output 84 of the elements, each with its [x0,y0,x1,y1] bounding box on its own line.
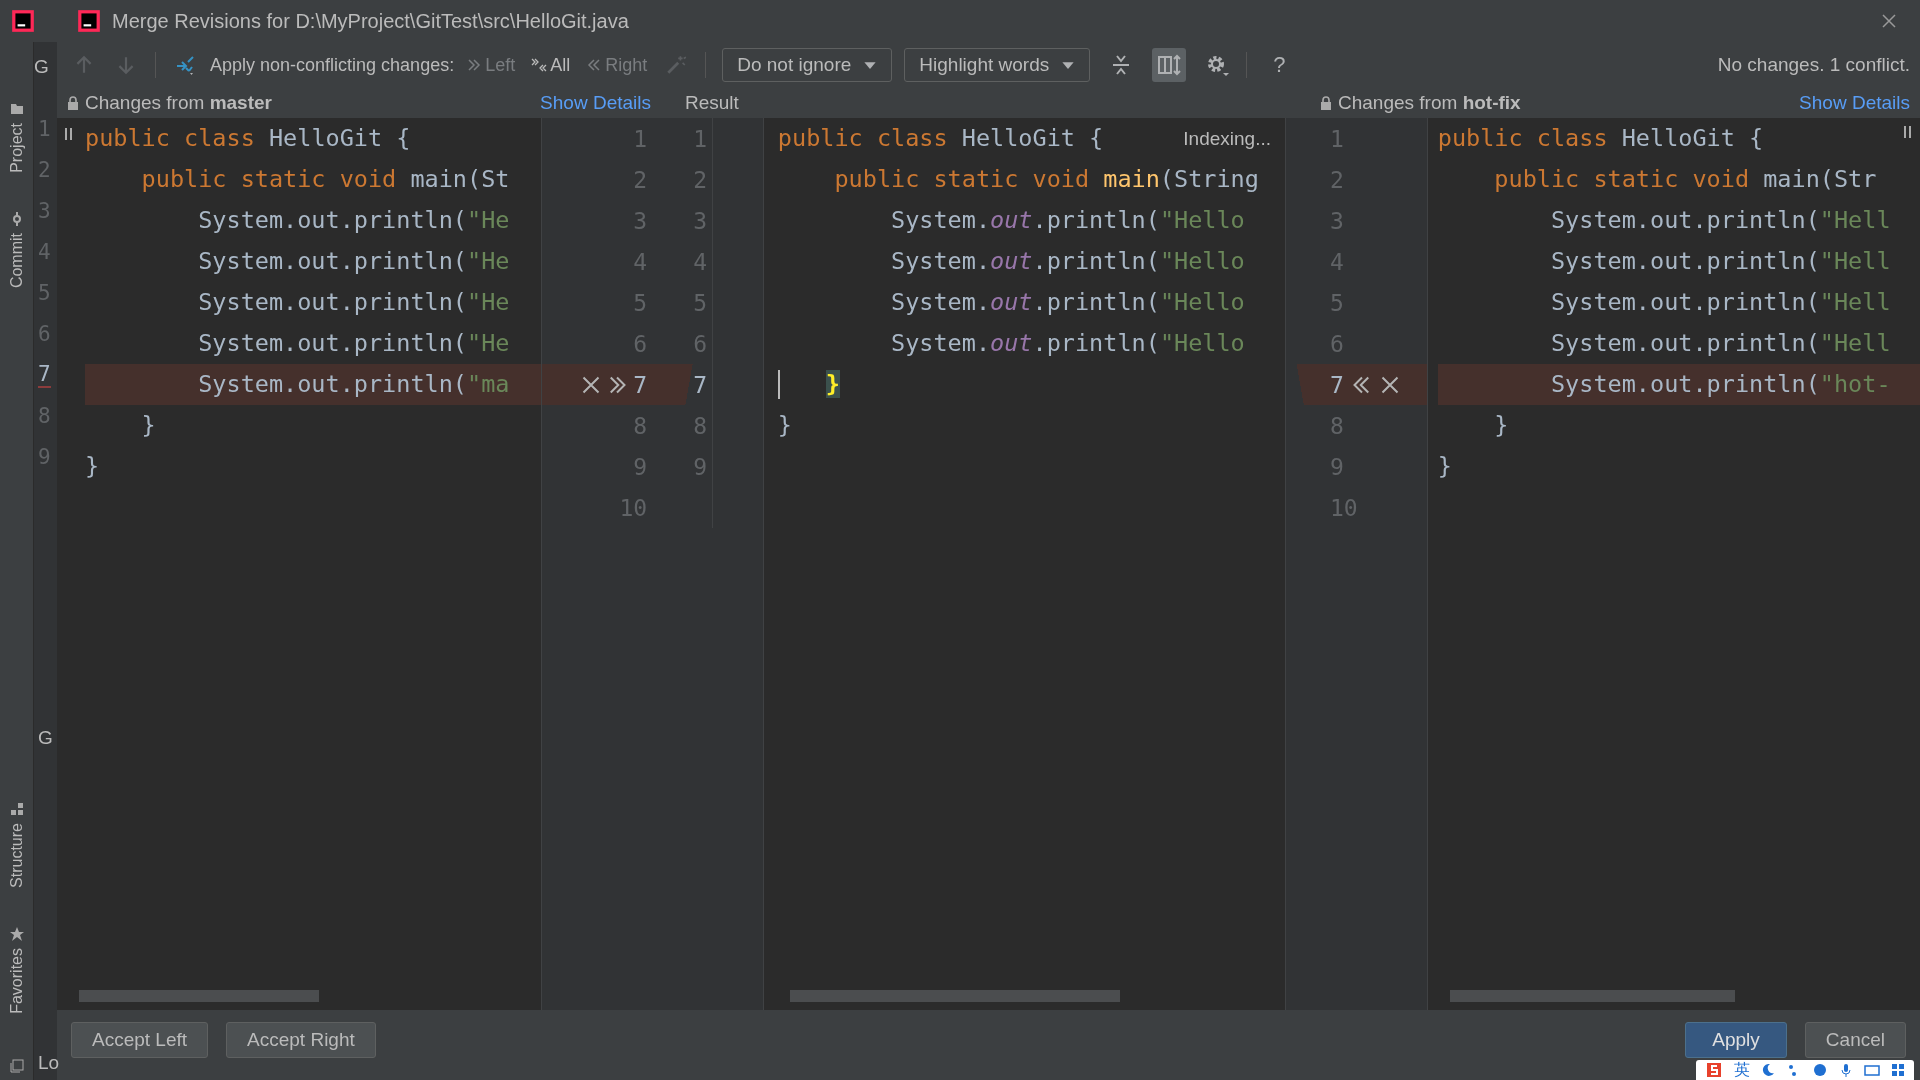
close-icon[interactable] [1882,14,1896,28]
code-line: public static void main(Str [1493,164,1877,195]
input-mode-toggle[interactable]: 英 [1734,1059,1750,1080]
code-line: System.out.println("Hello [890,328,1245,359]
window-title: Merge Revisions for D:\MyProject\GitTest\src\HelloGit.java [112,9,629,33]
line-number: 7 [38,361,51,388]
code-line: System.out.println("Hell [1549,205,1891,236]
double-chevron-icon[interactable] [607,374,628,395]
ime-logo-icon[interactable] [1704,1060,1724,1080]
accept-button[interactable]: Accept Left [71,1022,209,1058]
code-line: System.out.println("Hell [1549,246,1891,277]
line-number: 7 [693,371,708,398]
code-line: System.out.println("Hello [890,205,1245,236]
apply-changes-button[interactable]: All [527,54,575,76]
caret-icon [1061,60,1076,70]
code-line: } [1493,410,1509,441]
show-details-link[interactable]: Show Details [540,92,651,114]
code-line: System.out.println("Hello [890,287,1245,318]
code-line: } [140,410,156,441]
code-line: public class HelloGit { [1437,123,1764,154]
moon-icon[interactable] [1760,1062,1776,1078]
double-chevron-icon [466,57,483,73]
code-line: System.out.println("hot- [1549,369,1891,400]
cancel-button[interactable]: Cancel [1804,1022,1906,1058]
pane-title: Changes from hot-fix [1338,92,1521,114]
code-line: System.out.println("He [197,328,510,359]
code-line: } [85,451,100,482]
code-line: System.out.println("He [197,205,510,236]
code-line: public class HelloGit { [85,123,411,154]
code-line: } [777,410,792,441]
help-icon[interactable]: ? [1273,52,1286,78]
star-icon [8,926,25,943]
scrollbar-thumb[interactable] [1449,990,1735,1002]
code-line: } [1437,451,1452,482]
double-chevron-icon[interactable] [1351,374,1372,395]
pause-icon [65,128,73,140]
close-icon[interactable] [1379,374,1400,395]
pane-title: Changes from master [85,92,272,114]
panel-label: G [37,727,54,749]
show-details-link[interactable]: Show Details [1799,92,1910,114]
line-number: 7 [633,371,648,398]
code-line: System.out.println("Hell [1549,328,1891,359]
accept-button[interactable]: Accept Right [226,1022,376,1058]
line-number: 7 [1330,371,1344,398]
double-chevron-icon [531,57,548,73]
merge-icon[interactable] [174,54,196,76]
code-line: System.out.println("Hell [1549,287,1891,318]
code-line: System.out.println("ma [197,369,510,400]
tab-label[interactable]: G [34,56,57,86]
tab-label[interactable]: Lo [34,1052,57,1074]
keyboard-icon[interactable] [1864,1062,1880,1078]
caret-icon [863,60,878,70]
close-icon[interactable] [581,374,602,395]
microphone-icon[interactable] [1838,1062,1854,1078]
side-by-side-icon[interactable] [1152,48,1187,82]
emoji-icon[interactable] [1812,1062,1828,1078]
ide-logo-icon [76,8,102,34]
scrollbar-thumb[interactable] [789,990,1120,1002]
folder-icon [8,101,25,117]
structure-icon [8,801,25,818]
text-caret [777,370,780,399]
dropdown[interactable]: Highlight words [904,48,1091,82]
ide-logo-icon [10,8,36,34]
apply-button[interactable]: Apply [1685,1022,1787,1058]
double-chevron-icon [586,57,603,73]
code-line: public static void main(St [140,164,510,195]
grid-icon[interactable] [1890,1062,1906,1078]
dropdown[interactable]: Do not ignore [722,48,893,82]
tool-window-tab[interactable]: Project [7,97,26,177]
tool-window-tab[interactable]: Favorites [7,922,26,1018]
code-line: System.out.println("He [197,287,510,318]
status-text: No changes. 1 conflict. [1717,54,1910,76]
tool-window-tab[interactable]: Commit [7,206,26,292]
scrollbar-thumb[interactable] [79,990,319,1002]
tool-window-tab[interactable]: Structure [7,797,26,893]
toolbar-label: Apply non-conflicting changes: [210,54,455,76]
pause-icon [1904,126,1912,138]
code-line: public static void main(String [833,164,1259,195]
pane-title: Result [685,92,739,113]
lock-icon [67,96,79,110]
lock-icon [1320,96,1332,110]
code-line: public class HelloGit { [777,123,1104,154]
code-line: System.out.println("Hello [890,246,1245,277]
code-line: System.out.println("He [197,246,510,277]
